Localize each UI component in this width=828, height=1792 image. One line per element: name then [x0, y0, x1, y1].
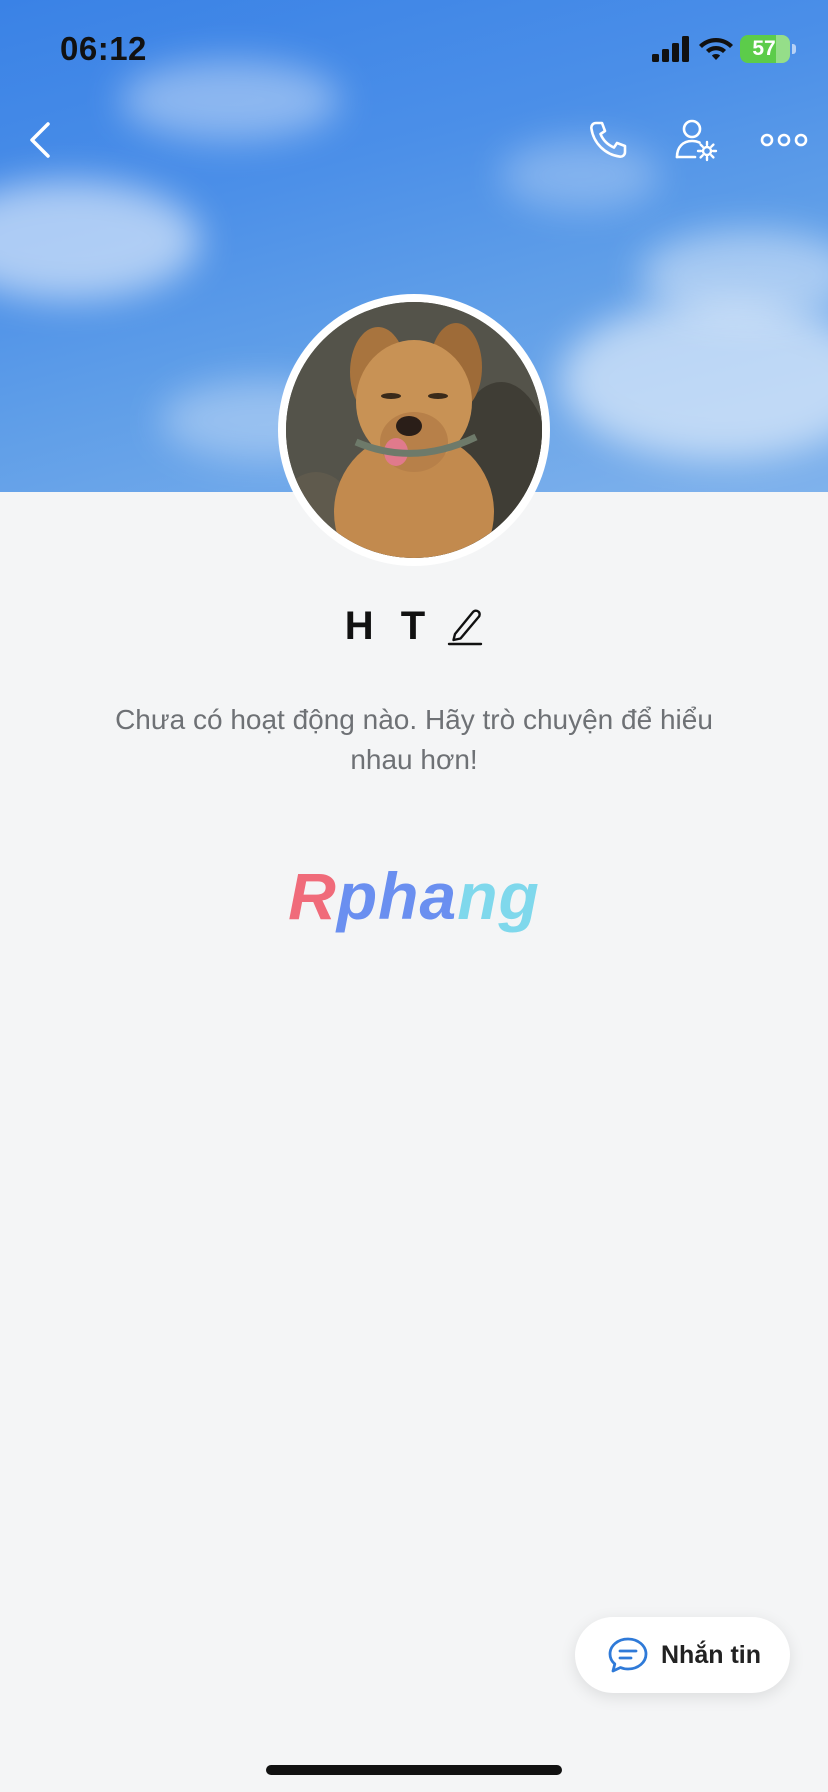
dog-photo-illustration [286, 302, 542, 558]
pencil-icon[interactable] [447, 606, 483, 646]
more-options-button[interactable] [754, 110, 814, 170]
empty-activity-message: Chưa có hoạt động nào. Hãy trò chuyện để… [115, 704, 713, 775]
avatar[interactable] [278, 294, 550, 566]
send-message-button[interactable]: Nhắn tin [575, 1617, 790, 1693]
back-button[interactable] [10, 110, 70, 170]
home-indicator[interactable] [266, 1765, 562, 1775]
watermark-logo: Rphang [0, 858, 828, 934]
wifi-icon [699, 38, 733, 60]
send-message-label: Nhắn tin [661, 1640, 761, 1669]
watermark-part-3: ng [457, 859, 540, 933]
battery-percent: 57 [752, 37, 776, 60]
chat-bubble-icon [608, 1637, 648, 1673]
profile-settings-button[interactable] [666, 110, 726, 170]
battery-indicator: 57 [740, 35, 796, 63]
phone-icon [590, 121, 627, 158]
profile-name-row: H T [0, 598, 828, 654]
profile-name: H T [344, 603, 434, 648]
chevron-left-icon [30, 122, 50, 158]
watermark-part-2: pha [336, 859, 458, 933]
watermark-part-1: R [288, 859, 337, 933]
status-bar: 06:12 57 [0, 0, 828, 100]
more-horizontal-icon [760, 133, 808, 147]
cellular-signal-icon [652, 36, 689, 62]
user-settings-icon [675, 119, 718, 162]
call-button[interactable] [578, 110, 638, 170]
avatar-photo [286, 302, 542, 558]
status-time: 06:12 [60, 30, 147, 67]
